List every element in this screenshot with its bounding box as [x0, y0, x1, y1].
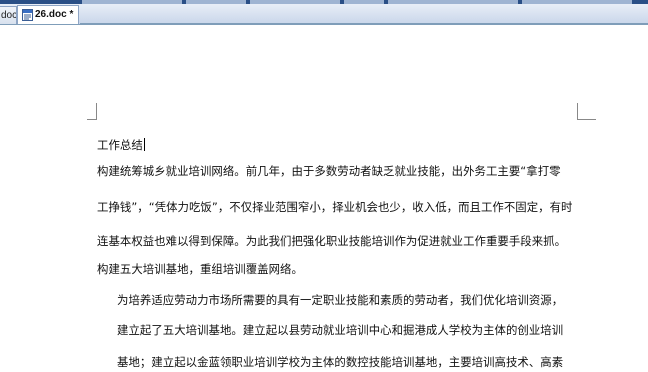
- document-tab-bar: doc 26.doc *: [0, 4, 648, 25]
- tab-previous-document[interactable]: doc: [0, 6, 17, 24]
- paragraph-line[interactable]: 建立起了五大培训基地。建立起以县劳动就业培训中心和掘港成人学校为主体的创业培训: [117, 322, 563, 338]
- paragraph-line[interactable]: 为培养适应劳动力市场所需要的具有一定职业技能和素质的劳动者，我们优化培训资源，: [117, 292, 563, 308]
- margin-corner-top-left: [87, 103, 97, 120]
- word-document-icon: [22, 9, 33, 21]
- tab-label: 26.doc *: [35, 9, 74, 20]
- margin-corner-top-right: [577, 103, 596, 120]
- paragraph-line[interactable]: 连基本权益也难以得到保障。为此我们把强化职业技能培训作为促进就业工作重要手段来抓…: [97, 233, 566, 249]
- tab-active-document[interactable]: 26.doc *: [17, 5, 79, 24]
- tab-label: doc: [1, 10, 17, 21]
- document-page[interactable]: 工作总结 构建统筹城乡就业培训网络。前几年，由于多数劳动者缺乏就业技能，出外务工…: [0, 25, 648, 372]
- paragraph-line[interactable]: 构建统筹城乡就业培训网络。前几年，由于多数劳动者缺乏就业技能，出外务工主要“拿打…: [97, 163, 561, 179]
- paragraph-line[interactable]: 构建五大培训基地，重组培训覆盖网络。: [97, 261, 303, 277]
- document-title: 工作总结: [97, 138, 143, 152]
- tab-bar-divider: [80, 23, 648, 24]
- paragraph-line[interactable]: 基地；建立起以金蓝领职业培训学校为主体的数控技能培训基地，主要培训高技术、高素: [117, 354, 563, 370]
- text-cursor: [143, 138, 145, 151]
- paragraph-line[interactable]: 工挣钱”，“凭体力吃饭”，不仅择业范围窄小，择业机会也少，收入低，而且工作不固定…: [97, 199, 572, 215]
- document-title-line[interactable]: 工作总结: [97, 137, 145, 153]
